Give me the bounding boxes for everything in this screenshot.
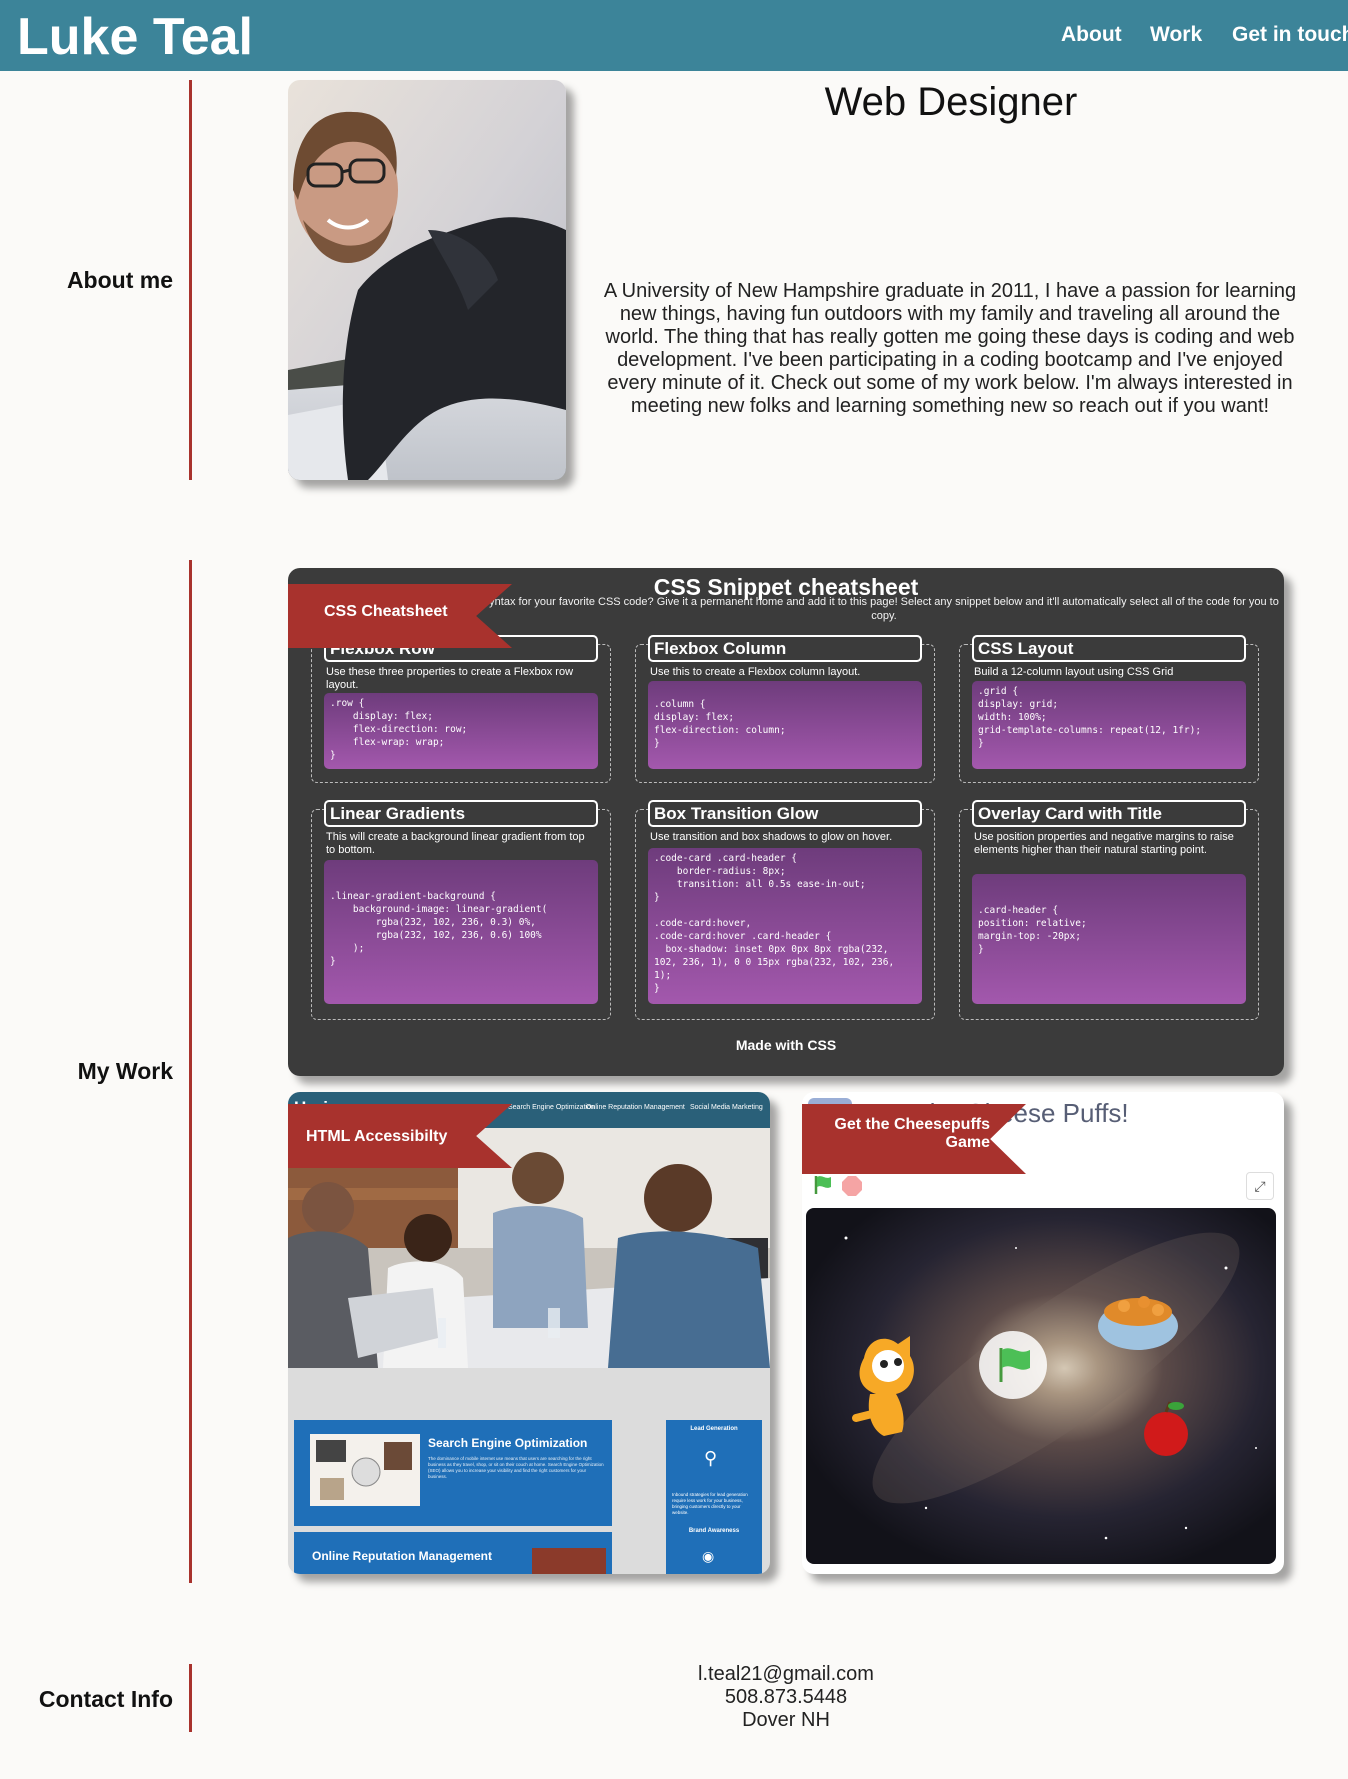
nav-work[interactable]: Work — [1150, 23, 1202, 47]
cheesepuffs-game-card[interactable]: Eat The Cheese Puffs! ⤢ — [802, 1092, 1284, 1574]
job-title: Web Designer — [824, 80, 1078, 124]
seo-heading: Search Engine Optimization — [428, 1436, 588, 1450]
work-divider — [189, 560, 192, 1583]
contact-location: Dover NH — [742, 1709, 830, 1731]
snippet-card[interactable]: Flexbox Column Use this to create a Flex… — [635, 635, 935, 783]
snippet-card[interactable]: Box Transition Glow Use transition and b… — [635, 800, 935, 1020]
snippet-code[interactable]: .linear-gradient-background { background… — [324, 860, 598, 1004]
orm-block: Online Reputation Management — [294, 1532, 612, 1574]
snippet-code[interactable]: .row { display: flex; flex-direction: ro… — [324, 693, 598, 769]
snippet-code[interactable]: .grid { display: grid; width: 100%; grid… — [972, 681, 1246, 769]
about-divider — [189, 80, 192, 480]
snippet-code[interactable]: .column { display: flex; flex-direction:… — [648, 681, 922, 769]
snippet-code[interactable]: .card-header { position: relative; margi… — [972, 874, 1246, 1004]
snippet-card[interactable]: Flexbox Row Use these three properties t… — [311, 635, 611, 783]
site-header: Luke Teal About Work Get in touch — [0, 0, 1348, 71]
green-flag-icon[interactable] — [812, 1174, 834, 1196]
snippet-card[interactable]: CSS Layout Build a 12-column layout usin… — [959, 635, 1259, 783]
broadcast-icon: ◉ — [702, 1548, 715, 1564]
seo-block: Search Engine Optimization The dominance… — [294, 1420, 612, 1526]
lead-gen-heading: Lead Generation — [690, 1426, 738, 1432]
snippet-title: Flexbox Column — [648, 635, 922, 662]
brand-awareness-heading: Brand Awareness — [688, 1528, 740, 1534]
site-brand[interactable]: Luke Teal — [17, 7, 253, 67]
orm-heading: Online Reputation Management — [312, 1549, 493, 1563]
css-cheatsheet-card[interactable]: CSS Snippet cheatsheet yntax for your fa… — [288, 568, 1284, 1076]
horiseon-nav-item: Online Reputation Management — [586, 1104, 685, 1111]
html-accessibility-card[interactable]: Horiseon Search Engine Optimization Onli… — [288, 1092, 770, 1574]
snippet-code[interactable]: .code-card .card-header { border-radius:… — [648, 848, 922, 1004]
game-ribbon: Get the Cheesepuffs Game — [802, 1104, 1026, 1174]
nav-get-in-touch[interactable]: Get in touch — [1232, 23, 1348, 47]
work-label: My Work — [77, 1058, 173, 1084]
snippet-title: CSS Layout — [972, 635, 1246, 662]
snippet-title: Overlay Card with Title — [972, 800, 1246, 827]
snippet-card[interactable]: Linear Gradients This will create a back… — [311, 800, 611, 1020]
fullscreen-icon[interactable]: ⤢ — [1246, 1172, 1274, 1200]
profile-photo — [288, 80, 566, 480]
snippet-description: Use these three properties to create a F… — [326, 666, 574, 691]
contact-email[interactable]: l.teal21@gmail.com — [596, 1663, 976, 1686]
snippet-title: Linear Gradients — [324, 800, 598, 827]
snippet-description: Build a 12-column layout using CSS Grid — [974, 666, 1174, 678]
orm-image — [532, 1548, 606, 1574]
horiseon-nav-item: Search Engine Optimization — [508, 1104, 595, 1111]
snippet-description: Use transition and box shadows to glow o… — [650, 831, 893, 843]
contact-phone[interactable]: 508.873.5448 — [596, 1686, 976, 1709]
snippet-card[interactable]: Overlay Card with Title Use position pro… — [959, 800, 1259, 1020]
stop-icon[interactable] — [841, 1175, 863, 1197]
contact-label: Contact Info — [38, 1686, 173, 1712]
about-label: About me — [66, 267, 173, 293]
seo-text: The dominance of mobile internet use mea… — [428, 1456, 604, 1479]
horiseon-nav-item: Social Media Marketing — [690, 1104, 763, 1111]
lead-gen-sidebar: Lead Generation ⚲ Inbound strategies for… — [666, 1420, 762, 1574]
snippet-description: Use this to create a Flexbox column layo… — [650, 666, 861, 678]
cheatsheet-footer: Made with CSS — [735, 1037, 837, 1053]
cheatsheet-subtitle: yntax for your favorite CSS code? Give i… — [489, 596, 1279, 622]
game-stage[interactable] — [806, 1208, 1276, 1564]
snippet-description: Use position properties and negative mar… — [974, 831, 1234, 856]
contact-divider — [189, 1664, 192, 1732]
snippet-description: This will create a background linear gra… — [326, 831, 585, 856]
bio-text: A University of New Hampshire graduate i… — [603, 280, 1297, 417]
cheatsheet-ribbon: CSS Cheatsheet — [288, 584, 512, 648]
lead-gen-text: Inbound strategies for lead generation r… — [672, 1492, 748, 1515]
snippet-title: Box Transition Glow — [648, 800, 922, 827]
seo-image — [310, 1434, 420, 1506]
nav-about[interactable]: About — [1061, 23, 1122, 47]
lightbulb-icon: ⚲ — [704, 1448, 718, 1468]
